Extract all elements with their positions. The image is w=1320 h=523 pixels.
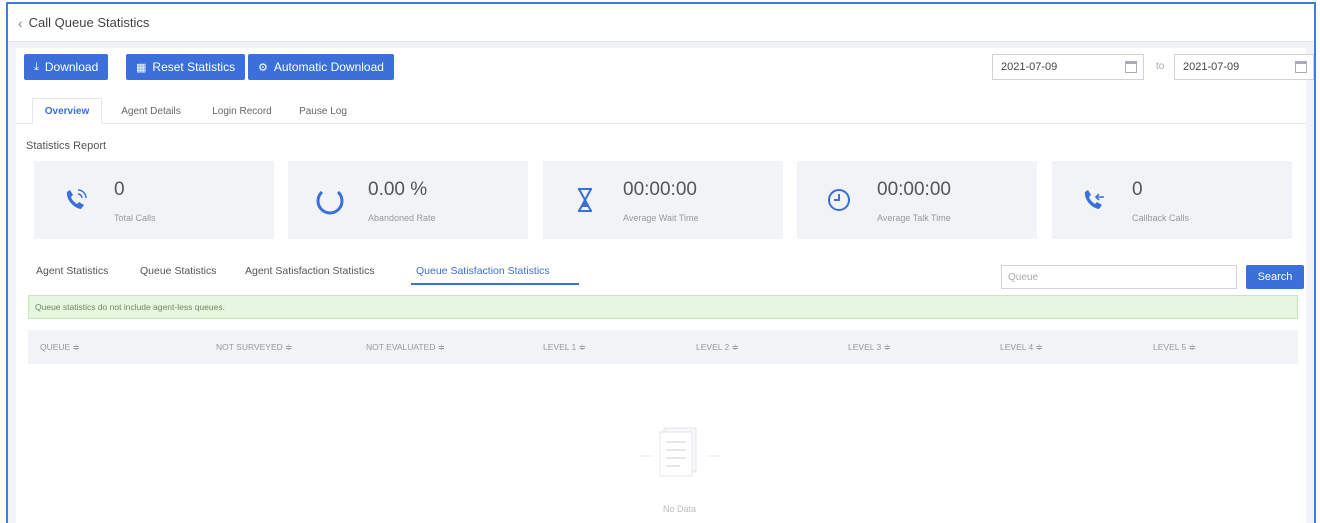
column-level-4[interactable]: LEVEL 4 ≑ xyxy=(1000,342,1043,353)
section-title: Statistics Report xyxy=(26,140,107,152)
tab-overview[interactable]: Overview xyxy=(32,98,102,124)
tab-agent-statistics[interactable]: Agent Statistics xyxy=(36,265,108,277)
start-date-value: 2021-07-09 xyxy=(1001,61,1058,73)
column-not-surveyed[interactable]: NOT SURVEYED ≑ xyxy=(216,342,292,353)
app-window: ‹ Call Queue Statistics ⤓ Download ▦ Res… xyxy=(6,2,1316,523)
average-talk-time-value: 00:00:00 xyxy=(877,179,951,200)
reset-statistics-button[interactable]: ▦ Reset Statistics xyxy=(126,54,246,80)
abandoned-rate-value: 0.00 % xyxy=(368,179,428,200)
search-button[interactable]: Search xyxy=(1246,265,1304,289)
abandoned-rate-label: Abandoned Rate xyxy=(368,213,436,223)
table-body-empty: No Data xyxy=(28,364,1298,523)
calendar-icon[interactable] xyxy=(1125,61,1137,73)
download-label: Download xyxy=(44,60,99,74)
page-header: ‹ Call Queue Statistics xyxy=(8,4,1314,42)
clock-icon xyxy=(828,189,850,211)
start-date-input[interactable]: 2021-07-09 xyxy=(992,54,1144,80)
tab-agent-satisfaction-statistics[interactable]: Agent Satisfaction Statistics xyxy=(245,265,375,277)
tab-queue-statistics[interactable]: Queue Statistics xyxy=(140,265,216,277)
abandoned-rate-card: 0.00 % Abandoned Rate xyxy=(288,161,528,239)
download-button[interactable]: ⤓ Download xyxy=(24,54,109,80)
column-not-evaluated[interactable]: NOT EVALUATED ≑ xyxy=(366,342,445,353)
average-wait-time-label: Average Wait Time xyxy=(623,213,699,223)
date-range-separator: to xyxy=(1156,61,1165,72)
column-level-5[interactable]: LEVEL 5 ≑ xyxy=(1153,342,1196,353)
tab-agent-details[interactable]: Agent Details xyxy=(108,98,194,124)
gear-icon: ⚙ xyxy=(258,61,268,74)
hourglass-icon xyxy=(578,188,592,212)
main-tabs: Overview Agent Details Login Record Paus… xyxy=(16,98,1306,124)
calendar-icon[interactable] xyxy=(1295,61,1307,73)
page-title: Call Queue Statistics xyxy=(28,15,150,30)
column-level-1[interactable]: LEVEL 1 ≑ xyxy=(543,342,586,353)
automatic-download-label: Automatic Download xyxy=(273,60,384,74)
automatic-download-button[interactable]: ⚙ Automatic Download xyxy=(248,54,394,80)
tab-pause-log[interactable]: Pause Log xyxy=(290,98,356,124)
tab-login-record[interactable]: Login Record xyxy=(200,98,284,124)
chevron-left-icon[interactable]: ‹ xyxy=(18,15,23,31)
overview-content: Statistics Report 0 Total Calls 0.00 % A… xyxy=(16,124,1306,523)
end-date-value: 2021-07-09 xyxy=(1183,61,1240,73)
statistics-panel: ⤓ Download ▦ Reset Statistics ⚙ Automati… xyxy=(16,48,1314,523)
reset-statistics-label: Reset Statistics xyxy=(152,60,236,74)
phone-ringing-icon xyxy=(66,189,87,209)
column-level-3[interactable]: LEVEL 3 ≑ xyxy=(848,342,891,353)
table-header: QUEUE ≑ NOT SURVEYED ≑ NOT EVALUATED ≑ L… xyxy=(28,330,1298,364)
callback-calls-value: 0 xyxy=(1132,179,1143,200)
callback-calls-card: 0 Callback Calls xyxy=(1052,161,1292,239)
tab-queue-satisfaction-statistics[interactable]: Queue Satisfaction Statistics xyxy=(416,265,550,277)
trash-icon: ▦ xyxy=(136,61,147,74)
column-level-2[interactable]: LEVEL 2 ≑ xyxy=(696,342,739,353)
active-tab-indicator xyxy=(411,283,579,285)
total-calls-value: 0 xyxy=(114,179,125,200)
circle-progress-icon xyxy=(316,190,344,215)
average-wait-time-card: 00:00:00 Average Wait Time xyxy=(543,161,783,239)
total-calls-card: 0 Total Calls xyxy=(34,161,274,239)
average-talk-time-label: Average Talk Time xyxy=(877,213,951,223)
total-calls-label: Total Calls xyxy=(114,213,156,223)
end-date-input[interactable]: 2021-07-09 xyxy=(1174,54,1314,80)
callback-calls-label: Callback Calls xyxy=(1132,213,1190,223)
queue-search-input[interactable]: Queue xyxy=(1001,265,1237,289)
average-wait-time-value: 00:00:00 xyxy=(623,179,697,200)
info-notice: Queue statistics do not include agent-le… xyxy=(28,295,1298,319)
empty-document-icon xyxy=(640,427,720,477)
callback-phone-icon xyxy=(1084,190,1104,209)
average-talk-time-card: 00:00:00 Average Talk Time xyxy=(797,161,1037,239)
column-queue[interactable]: QUEUE ≑ xyxy=(40,342,80,353)
no-data-text: No Data xyxy=(663,504,697,514)
download-icon: ⤓ xyxy=(34,60,39,73)
